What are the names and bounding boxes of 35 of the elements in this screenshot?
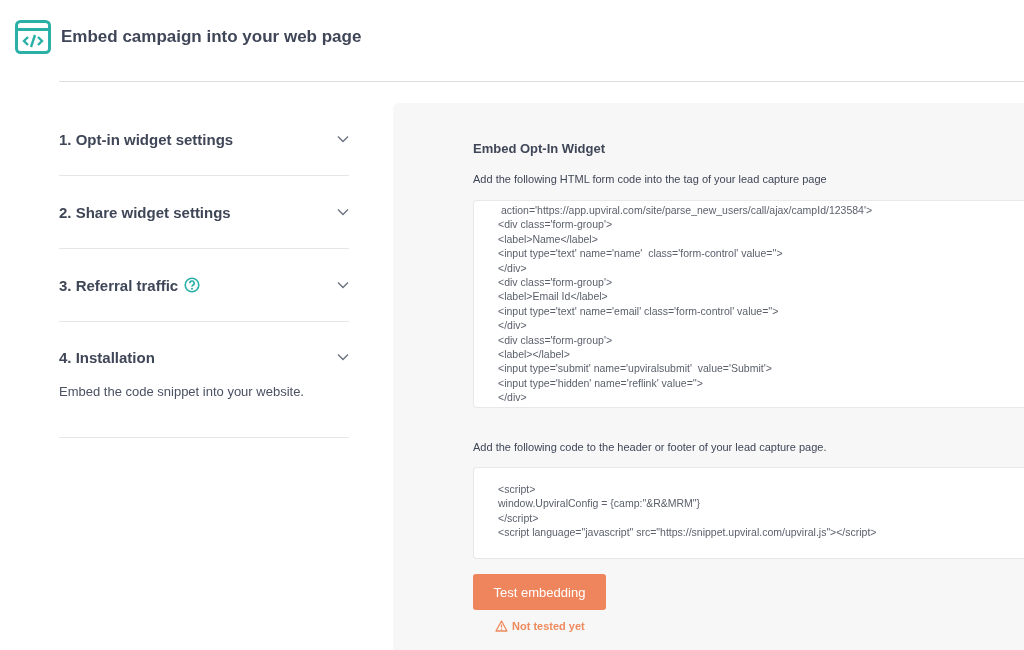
code-line: <input type='text' name='email' class='form-control' value=''> bbox=[498, 303, 780, 319]
code-line: </script> bbox=[498, 510, 540, 526]
code-line: action='https://app.upviral.com/site/parse_new_users/call/ajax/campId/123584'> bbox=[499, 203, 874, 218]
script-code-field[interactable]: <script> window.UpviralConfig = {camp:"&R&MRM"} </script> <script language="javascript" src="https://snippet.upviral.com/upviral.js"></script> bbox=[473, 467, 1024, 559]
page-title: Embed campaign into your web page bbox=[61, 26, 362, 47]
accordion-header[interactable]: 2. Share widget settings bbox=[59, 176, 349, 248]
code-line: </div> bbox=[498, 318, 528, 333]
code-line: <label></label> bbox=[498, 347, 571, 362]
chevron-down-icon bbox=[337, 281, 349, 289]
code-line: <input type='submit' name='upviralsubmit' value='Submit'> bbox=[498, 361, 773, 376]
accordion-header[interactable]: 3. Referral traffic bbox=[59, 249, 349, 321]
code-line: <label>Email Id</label> bbox=[498, 289, 609, 304]
code-line: </div> bbox=[498, 260, 528, 276]
code-line: window.UpviralConfig = {camp:"&R&MRM"} bbox=[498, 496, 702, 511]
code-line: <label>Name</label> bbox=[498, 231, 599, 247]
section-description: Embed the code snippet into your website. bbox=[59, 384, 305, 401]
code-line: <div class='form-group'> bbox=[498, 332, 614, 348]
help-icon[interactable] bbox=[184, 277, 201, 293]
code-line: <div class='form-group'> bbox=[498, 217, 614, 232]
accordion-header[interactable]: 1. Opt-in widget settings bbox=[59, 103, 349, 175]
code-window-icon bbox=[15, 19, 51, 54]
warning-icon bbox=[495, 620, 508, 632]
panel-title: Embed Opt-In Widget bbox=[473, 141, 607, 156]
code-line: <script language="javascript" src="https://snippet.upviral.com/upviral.js"></script> bbox=[498, 525, 878, 540]
code-line: <input type='hidden' name='reflink' value=''> bbox=[498, 375, 704, 391]
code-line: </div> bbox=[498, 390, 528, 405]
code-line: <script> bbox=[498, 482, 537, 497]
chevron-down-icon bbox=[337, 135, 349, 143]
chevron-down-icon bbox=[337, 353, 349, 361]
code-line: <div class='form-group'> bbox=[498, 275, 614, 290]
chevron-down-icon bbox=[337, 208, 349, 216]
script-code-hint: Add the following code to the header or footer of your lead capture page. bbox=[473, 441, 828, 453]
form-code-hint: Add the following HTML form code into the tag of your lead capture page bbox=[473, 173, 828, 185]
status-text: Not tested yet bbox=[512, 620, 585, 632]
code-line: <input type='text' name='name' class='form-control' value=''> bbox=[498, 246, 784, 261]
